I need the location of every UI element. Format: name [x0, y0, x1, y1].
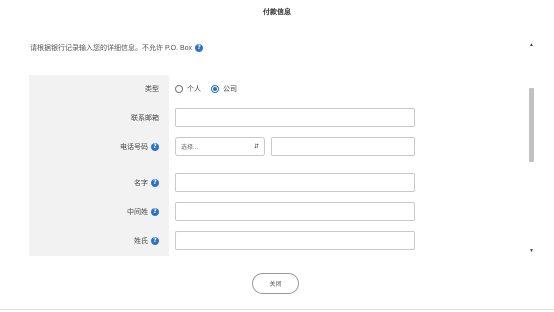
last-name-label-text: 姓氏 — [134, 238, 148, 245]
radio-company-label: 公司 — [223, 86, 237, 93]
radio-individual[interactable]: 个人 — [175, 84, 201, 94]
phone-country-select[interactable]: 选择... ⇵ — [175, 137, 265, 156]
radio-individual-circle[interactable] — [175, 85, 183, 93]
radio-individual-label: 个人 — [187, 86, 201, 93]
last-name-field[interactable] — [175, 231, 415, 250]
help-icon[interactable]: ? — [151, 208, 159, 216]
first-name-label-text: 名字 — [134, 180, 148, 187]
radio-company-circle[interactable] — [211, 85, 219, 93]
last-name-label: 姓氏 ? — [134, 236, 159, 246]
phone-number-field[interactable] — [271, 137, 415, 156]
scroll-down-icon[interactable]: ▼ — [529, 248, 534, 254]
dialog-title: 付款信息 — [263, 9, 291, 16]
middle-name-field[interactable] — [175, 202, 415, 221]
phone-select-value: 选择... — [181, 145, 199, 151]
help-icon[interactable]: ? — [151, 237, 159, 245]
help-icon[interactable]: ? — [151, 179, 159, 187]
middle-name-label: 中间姓 ? — [127, 207, 159, 217]
middle-name-label-text: 中间姓 — [127, 209, 148, 216]
first-name-field[interactable] — [175, 173, 415, 192]
scrollbar-thumb[interactable] — [529, 88, 534, 162]
phone-label-text: 电话号码 — [120, 144, 148, 151]
notice-text: 请根据银行记录输入您的详细信息。不允许 P.O. Box ? — [30, 43, 204, 53]
form-label-panel — [29, 75, 169, 256]
email-label: 联系邮箱 — [131, 113, 159, 123]
type-radio-group: 个人 公司 — [175, 84, 237, 94]
type-label-text: 类型 — [145, 86, 159, 93]
help-icon[interactable]: ? — [195, 44, 204, 52]
footer-divider — [0, 309, 554, 310]
notice-label: 请根据银行记录输入您的详细信息。不允许 P.O. Box — [30, 45, 193, 52]
phone-label: 电话号码 ? — [120, 142, 159, 152]
email-label-text: 联系邮箱 — [131, 115, 159, 122]
scroll-up-icon[interactable]: ▲ — [529, 42, 534, 48]
first-name-label: 名字 ? — [134, 178, 159, 188]
help-icon[interactable]: ? — [151, 143, 159, 151]
email-field[interactable] — [175, 108, 415, 127]
close-button[interactable]: 关闭 — [252, 273, 299, 294]
radio-company[interactable]: 公司 — [211, 84, 237, 94]
type-label: 类型 — [145, 84, 159, 94]
chevron-updown-icon: ⇵ — [253, 144, 259, 150]
